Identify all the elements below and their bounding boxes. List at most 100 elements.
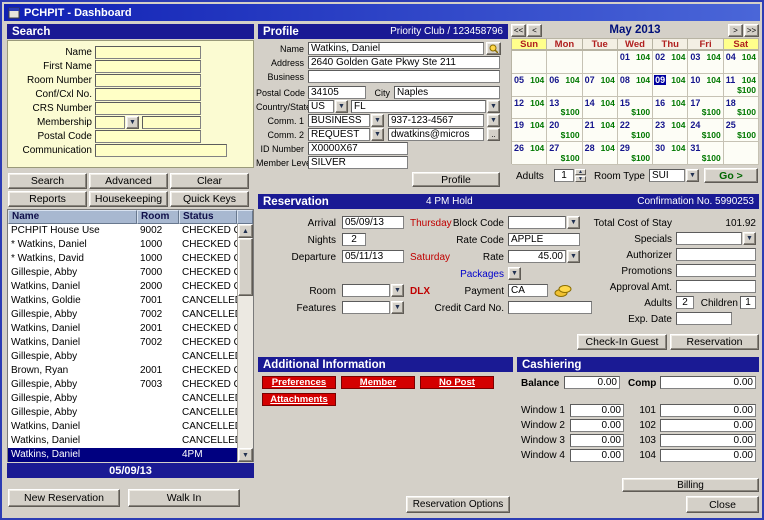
- departure-input[interactable]: [342, 250, 404, 263]
- profile-search-icon[interactable]: [486, 42, 501, 55]
- authorizer-input[interactable]: [676, 248, 756, 261]
- calendar-day-cell[interactable]: 14104: [583, 97, 618, 120]
- table-scrollbar[interactable]: ▲ ▼: [237, 224, 253, 462]
- table-row[interactable]: Gillespie, Abby7003CHECKED OUT: [8, 378, 237, 392]
- packages-dropdown-icon[interactable]: ▼: [508, 267, 521, 280]
- lamp-preferences[interactable]: Preferences: [262, 376, 336, 389]
- room-type-input[interactable]: [649, 169, 685, 182]
- window-value-input[interactable]: [570, 419, 624, 432]
- account-value-input[interactable]: [660, 419, 756, 432]
- table-row[interactable]: Gillespie, AbbyCANCELLED: [8, 406, 237, 420]
- country-input[interactable]: [308, 100, 334, 113]
- crs-number-input[interactable]: [95, 102, 201, 115]
- approval-amt-input[interactable]: [676, 280, 756, 293]
- block-code-input[interactable]: [508, 216, 566, 229]
- rate-input[interactable]: [508, 250, 566, 263]
- payment-input[interactable]: [508, 284, 548, 297]
- calendar-day-cell[interactable]: 16104: [653, 97, 688, 120]
- membership-dropdown-icon[interactable]: ▼: [126, 116, 139, 129]
- calendar-day-cell[interactable]: 02104: [653, 51, 688, 74]
- calendar-prev-year-button[interactable]: <<: [511, 24, 526, 37]
- comm2-value-input[interactable]: [388, 128, 484, 141]
- calendar-day-cell[interactable]: 31$100: [688, 142, 723, 165]
- billing-button[interactable]: Billing: [622, 478, 759, 492]
- balance-input[interactable]: [564, 376, 620, 389]
- housekeeping-button[interactable]: Housekeeping: [89, 191, 168, 207]
- calendar-day-cell[interactable]: 01104: [618, 51, 653, 74]
- room-input[interactable]: [342, 284, 390, 297]
- table-row[interactable]: Watkins, Daniel4PM: [8, 448, 237, 462]
- packages-link[interactable]: Packages: [422, 269, 504, 280]
- comm2-dropdown-icon[interactable]: ▼: [371, 128, 384, 141]
- reports-button[interactable]: Reports: [8, 191, 87, 207]
- calendar-prev-month-button[interactable]: <: [527, 24, 542, 37]
- comm1-dropdown-icon[interactable]: ▼: [371, 114, 384, 127]
- advanced-button[interactable]: Advanced: [89, 173, 168, 189]
- table-row[interactable]: Watkins, Daniel7002CHECKED OUT: [8, 336, 237, 350]
- table-row[interactable]: Gillespie, AbbyCANCELLED: [8, 350, 237, 364]
- rate-dropdown-icon[interactable]: ▼: [567, 250, 580, 263]
- calendar-day-cell[interactable]: 15$100: [618, 97, 653, 120]
- cash-coins-icon[interactable]: [554, 284, 572, 297]
- state-dropdown-icon[interactable]: ▼: [487, 100, 500, 113]
- scrollbar-thumb[interactable]: [238, 238, 253, 296]
- calendar-day-cell[interactable]: 03104: [688, 51, 723, 74]
- address-input[interactable]: [308, 56, 500, 69]
- calendar-day-cell[interactable]: 05104: [512, 74, 547, 97]
- calendar-day-cell[interactable]: 21104: [583, 119, 618, 142]
- calendar-day-cell[interactable]: 13$100: [547, 97, 582, 120]
- features-input[interactable]: [342, 301, 390, 314]
- window-value-input[interactable]: [570, 404, 624, 417]
- table-row[interactable]: * Watkins, David1000CHECKED OUT: [8, 252, 237, 266]
- column-header-name[interactable]: Name: [8, 210, 137, 224]
- member-level-input[interactable]: [308, 156, 408, 169]
- promotions-input[interactable]: [676, 264, 756, 277]
- comm1-more-icon[interactable]: ▼: [487, 114, 500, 127]
- specials-input[interactable]: [676, 232, 742, 245]
- table-row[interactable]: Watkins, Goldie7001CANCELLED: [8, 294, 237, 308]
- adults-spin-down-icon[interactable]: ▼: [575, 176, 586, 182]
- adults-spin-up-icon[interactable]: ▲: [575, 169, 586, 175]
- nights-input[interactable]: [342, 233, 366, 246]
- comm2-ellipsis-icon[interactable]: ..: [487, 128, 500, 141]
- table-row[interactable]: PCHPIT House Use9002CHECKED OUT: [8, 224, 237, 238]
- account-value-input[interactable]: [660, 449, 756, 462]
- profile-name-input[interactable]: [308, 42, 484, 55]
- business-input[interactable]: [308, 70, 500, 83]
- country-dropdown-icon[interactable]: ▼: [335, 100, 348, 113]
- calendar-day-cell[interactable]: 23104: [653, 119, 688, 142]
- block-code-dropdown-icon[interactable]: ▼: [567, 216, 580, 229]
- lamp-member[interactable]: Member: [341, 376, 415, 389]
- arrival-input[interactable]: [342, 216, 404, 229]
- walk-in-button[interactable]: Walk In: [128, 489, 240, 507]
- calendar-day-cell[interactable]: 04104: [724, 51, 759, 74]
- city-input[interactable]: [394, 86, 500, 99]
- search-button[interactable]: Search: [8, 173, 87, 189]
- room-number-input[interactable]: [95, 74, 201, 87]
- account-value-input[interactable]: [660, 404, 756, 417]
- calendar-day-cell[interactable]: 26104: [512, 142, 547, 165]
- calendar-day-cell[interactable]: 25$100: [724, 119, 759, 142]
- features-dropdown-icon[interactable]: ▼: [391, 301, 404, 314]
- new-reservation-button[interactable]: New Reservation: [8, 489, 120, 507]
- communication-input[interactable]: [95, 144, 227, 157]
- membership-number-input[interactable]: [142, 116, 201, 129]
- calendar-day-cell[interactable]: 30104: [653, 142, 688, 165]
- table-row[interactable]: Brown, Ryan2001CHECKED OUT: [8, 364, 237, 378]
- rate-code-input[interactable]: [508, 233, 580, 246]
- clear-button[interactable]: Clear: [170, 173, 249, 189]
- table-row[interactable]: Watkins, Daniel2000CHECKED OUT: [8, 280, 237, 294]
- calendar-day-cell[interactable]: [547, 51, 582, 74]
- comm1-type-input[interactable]: [308, 114, 370, 127]
- table-row[interactable]: Gillespie, Abby7002CANCELLED: [8, 308, 237, 322]
- calendar-day-cell[interactable]: 18$100: [724, 97, 759, 120]
- res-adults-input[interactable]: [676, 296, 694, 309]
- room-type-dropdown-icon[interactable]: ▼: [686, 169, 699, 182]
- check-in-guest-button[interactable]: Check-In Guest: [577, 334, 667, 350]
- window-value-input[interactable]: [570, 449, 624, 462]
- calendar-next-year-button[interactable]: >>: [744, 24, 759, 37]
- calendar-day-cell[interactable]: 09104: [653, 74, 688, 97]
- calendar-day-cell[interactable]: 17$100: [688, 97, 723, 120]
- membership-type-input[interactable]: [95, 116, 125, 129]
- scroll-up-icon[interactable]: ▲: [238, 224, 253, 238]
